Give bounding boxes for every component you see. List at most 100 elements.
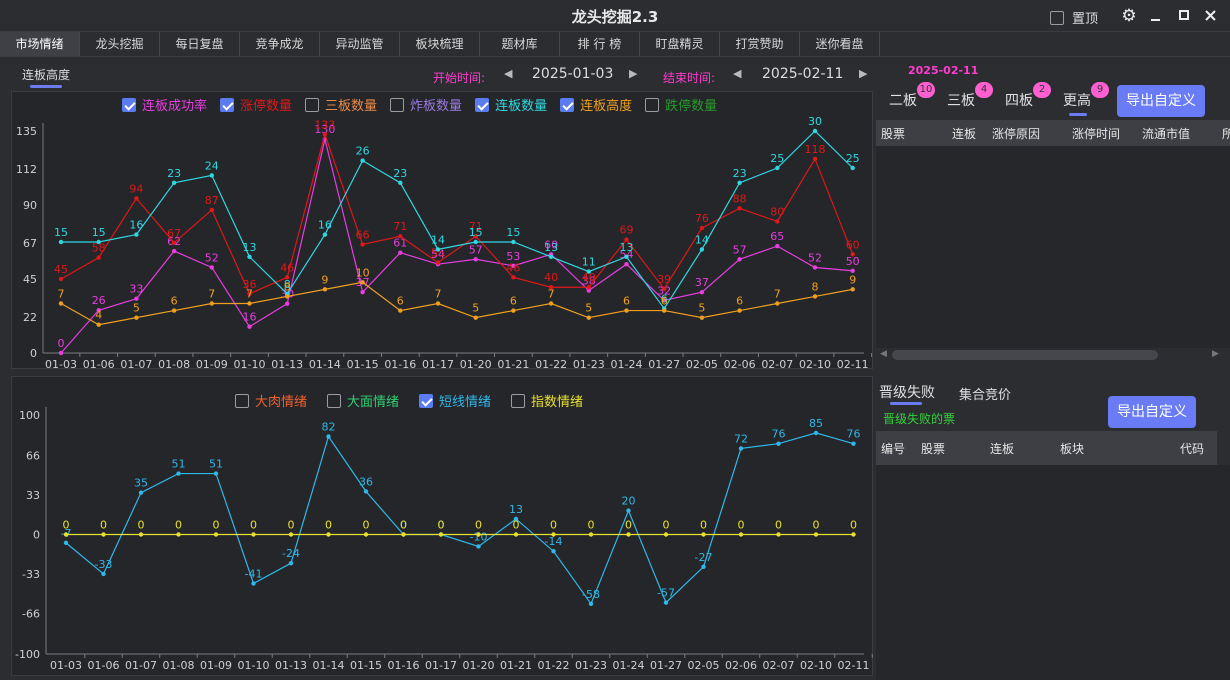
chart1-series-3-point-9[interactable] [398,308,403,313]
chart1-series-1-point-4[interactable] [209,207,214,213]
start-prev-arrow-icon[interactable]: ◀ [504,67,512,80]
chart1-series-3-point-20[interactable] [812,294,818,299]
chart1-series-2-point-2[interactable] [134,232,139,237]
board-tab-3[interactable]: 更高 9 [1063,82,1109,110]
chart1-series-1-point-1[interactable] [96,255,101,260]
chart1-series-3-point-17[interactable] [699,315,705,320]
chart1-series-2-point-20[interactable] [812,128,818,134]
chart1-series-2-point-18[interactable] [737,180,742,185]
scroll-left-icon[interactable]: ◀ [880,349,887,359]
chart1-series-0-point-20[interactable] [812,265,818,270]
export-custom-button[interactable]: 导出自定义 [1117,85,1205,117]
pin-checkbox[interactable] [1050,10,1064,25]
chart1-series-1-point-20[interactable] [812,156,818,162]
chart2-series-0-point-20[interactable] [813,430,819,436]
scroll-thumb[interactable] [892,350,1158,360]
chart1-series-0-point-11[interactable] [473,257,478,262]
chart1-series-0-point-5[interactable] [247,324,252,329]
chart1-series-3-point-16[interactable] [662,308,667,313]
chart2-series-1-point-13[interactable] [551,532,556,537]
chart1-series-2-point-19[interactable] [775,165,780,171]
chart2-series-0-point-15[interactable] [626,508,631,513]
tab-4[interactable]: 异动监管 [320,32,400,56]
chart1-series-3-point-4[interactable] [209,301,214,306]
chart1-series-3-point-6[interactable] [285,294,290,299]
chart1-series-0-point-0[interactable] [58,350,64,356]
chart2-series-0-point-5[interactable] [251,581,256,586]
chart2-series-0-point-1[interactable] [101,571,106,577]
chart1-series-2-point-14[interactable] [586,269,591,274]
tab-call-auction[interactable]: 集合竞价 [959,384,1011,403]
chart1-series-3-point-12[interactable] [511,308,516,313]
tab-1[interactable]: 龙头挖掘 [80,32,160,56]
stock-col-header-3[interactable]: 涨停时间 [1072,125,1120,142]
chart1-series-1-point-10[interactable] [435,260,441,265]
chart2-series-0-point-0[interactable] [63,540,69,546]
chart2-series-1-point-11[interactable] [476,532,481,537]
chart1-series-3-point-3[interactable] [171,308,177,313]
chart1-series-1-point-0[interactable] [58,276,64,282]
chart1-series-2-point-10[interactable] [435,247,441,252]
chart2-series-1-point-10[interactable] [438,532,444,537]
tab-lianban-height[interactable]: 连板高度 [22,66,70,83]
chart1-series-0-point-2[interactable] [134,296,139,301]
chart1-series-0-point-18[interactable] [737,257,742,262]
chart1-series-3-point-1[interactable] [96,322,101,327]
chart1-series-2-point-1[interactable] [96,239,101,245]
tab-0[interactable]: 市场情绪 [0,32,80,56]
chart1-series-1-point-12[interactable] [511,275,516,280]
maximize-icon[interactable] [1174,6,1194,26]
chart1-series-2-point-4[interactable] [209,173,214,178]
board-tab-1[interactable]: 三板 4 [947,82,993,110]
stock-col-header-5[interactable]: 所 [1222,125,1230,142]
chart2-series-1-point-21[interactable] [851,532,856,537]
chart1-series-2-point-12[interactable] [511,239,516,245]
chart2-series-1-point-7[interactable] [326,532,331,537]
fail-col-header-3[interactable]: 板块 [1060,440,1084,457]
chart1-series-0-point-3[interactable] [171,248,177,254]
end-next-arrow-icon[interactable]: ▶ [859,67,867,80]
chart1-series-1-point-2[interactable] [134,196,139,201]
horizontal-scrollbar[interactable]: ◀ ▶ [876,348,1230,362]
chart1-series-0-point-6[interactable] [285,301,290,306]
tab-6[interactable]: 题材库 [480,32,560,56]
chart1-series-2-point-15[interactable] [624,254,629,259]
chart1-series-1-point-16[interactable] [662,286,667,292]
chart2-series-0-point-16[interactable] [663,600,669,605]
tab-2[interactable]: 每日复盘 [160,32,240,56]
stock-col-header-1[interactable]: 连板 [952,125,976,142]
chart2-series-1-point-9[interactable] [401,532,406,537]
chart2-series-1-point-15[interactable] [626,532,631,537]
chart2-series-0-point-3[interactable] [176,471,181,476]
chart2-series-0-point-7[interactable] [326,434,331,439]
chart2-series-0-point-4[interactable] [213,471,219,476]
chart1-series-1-point-9[interactable] [398,234,403,239]
tab-8[interactable]: 盯盘精灵 [640,32,720,56]
chart1-series-2-point-17[interactable] [699,247,705,252]
chart1-series-1-point-21[interactable] [850,252,855,257]
chart1-series-2-point-8[interactable] [360,158,365,163]
chart2-series-0-point-18[interactable] [738,446,744,451]
chart1-series-3-point-2[interactable] [134,315,139,320]
chart1-series-2-point-0[interactable] [58,239,64,245]
chart2-series-1-point-1[interactable] [101,532,106,537]
chart2-series-1-point-3[interactable] [176,532,181,537]
chart2-series-1-point-2[interactable] [138,532,144,537]
chart1-series-1-point-18[interactable] [737,206,742,211]
tab-9[interactable]: 打赏赞助 [720,32,800,56]
start-date-field[interactable]: 2025-01-03 [532,66,613,82]
chart1-series-2-point-5[interactable] [247,254,252,259]
board-tab-2[interactable]: 四板 2 [1005,82,1051,110]
chart1-series-0-point-19[interactable] [775,243,780,249]
chart2-series-1-point-19[interactable] [776,532,781,537]
pin-toggle[interactable]: 置顶 [1050,8,1098,27]
chart1-series-3-point-11[interactable] [473,315,478,320]
chart1-series-1-point-7[interactable] [322,132,328,137]
chart1-series-2-point-7[interactable] [322,232,328,237]
chart2-series-1-point-12[interactable] [513,532,519,537]
chart2-series-0-point-19[interactable] [776,441,781,446]
settings-gear-icon[interactable]: ⚙ [1119,6,1139,26]
chart1-series-2-point-3[interactable] [171,180,177,185]
chart1-series-3-point-14[interactable] [586,315,591,320]
chart1-series-0-point-21[interactable] [850,268,855,273]
